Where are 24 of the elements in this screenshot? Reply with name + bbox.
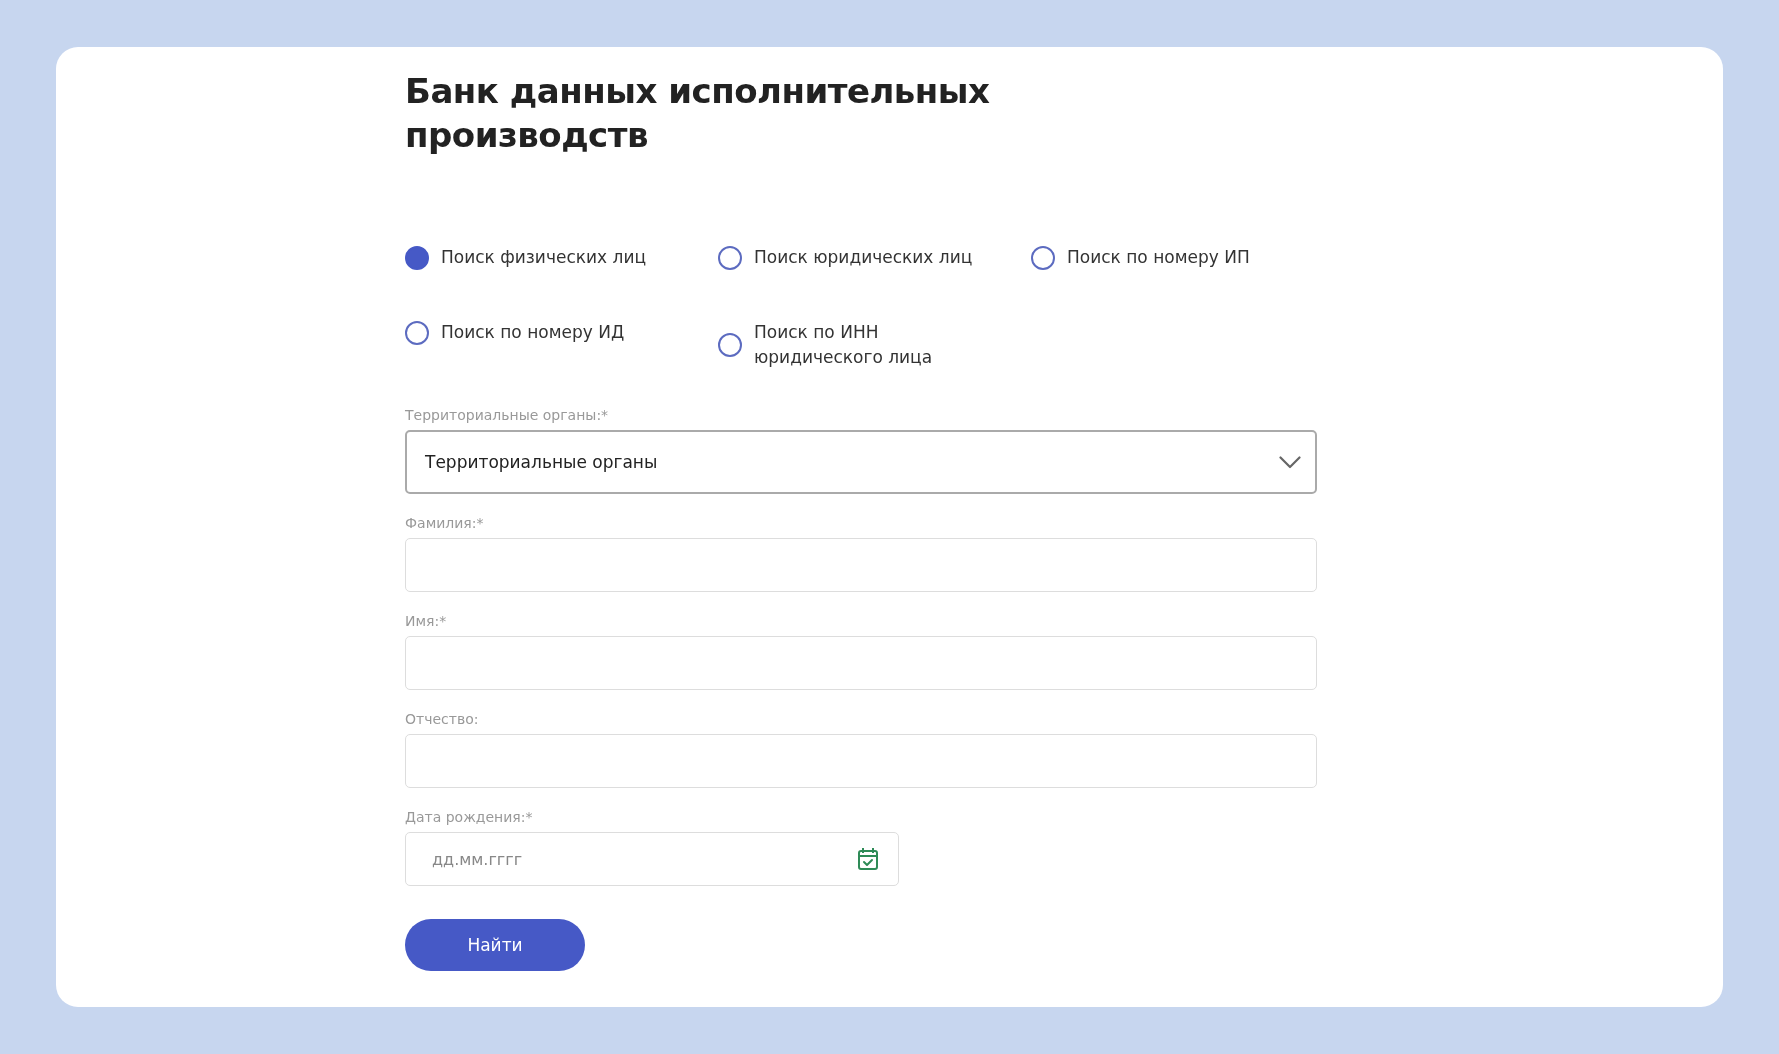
select-field[interactable]: Территориальные органы [405, 430, 1317, 494]
input-field[interactable] [405, 538, 1317, 592]
date-field[interactable]: дд.мм.гггг [405, 832, 899, 886]
radio-button[interactable] [405, 245, 429, 270]
radio-button[interactable] [405, 320, 429, 345]
calendar-icon[interactable] [857, 847, 879, 871]
field-label: Дата рождения:* [405, 808, 533, 826]
radio-button[interactable] [718, 333, 742, 357]
field-label: Фамилия:* [405, 514, 484, 532]
field-label: Отчество: [405, 710, 479, 728]
search-type-option[interactable]: Поиск юридических лиц [718, 245, 1031, 270]
search-button[interactable]: Найти [405, 919, 585, 971]
field-label: Имя:* [405, 612, 447, 630]
search-type-option[interactable]: Поиск по номеру ИД [405, 320, 718, 345]
input-field[interactable] [405, 636, 1317, 690]
search-type-option[interactable]: Поиск физических лиц [405, 245, 718, 270]
chevron-down-icon [1279, 455, 1301, 469]
search-type-option[interactable]: Поиск по ИНН юридического лица [718, 320, 1031, 370]
radio-button[interactable] [718, 245, 742, 270]
field-label: Территориальные органы:* [405, 406, 609, 424]
radio-button[interactable] [1031, 245, 1055, 270]
search-type-option[interactable]: Поиск по номеру ИП [1031, 245, 1344, 270]
page-title: Банк данных исполнительных производств [405, 70, 991, 157]
input-field[interactable] [405, 734, 1317, 788]
